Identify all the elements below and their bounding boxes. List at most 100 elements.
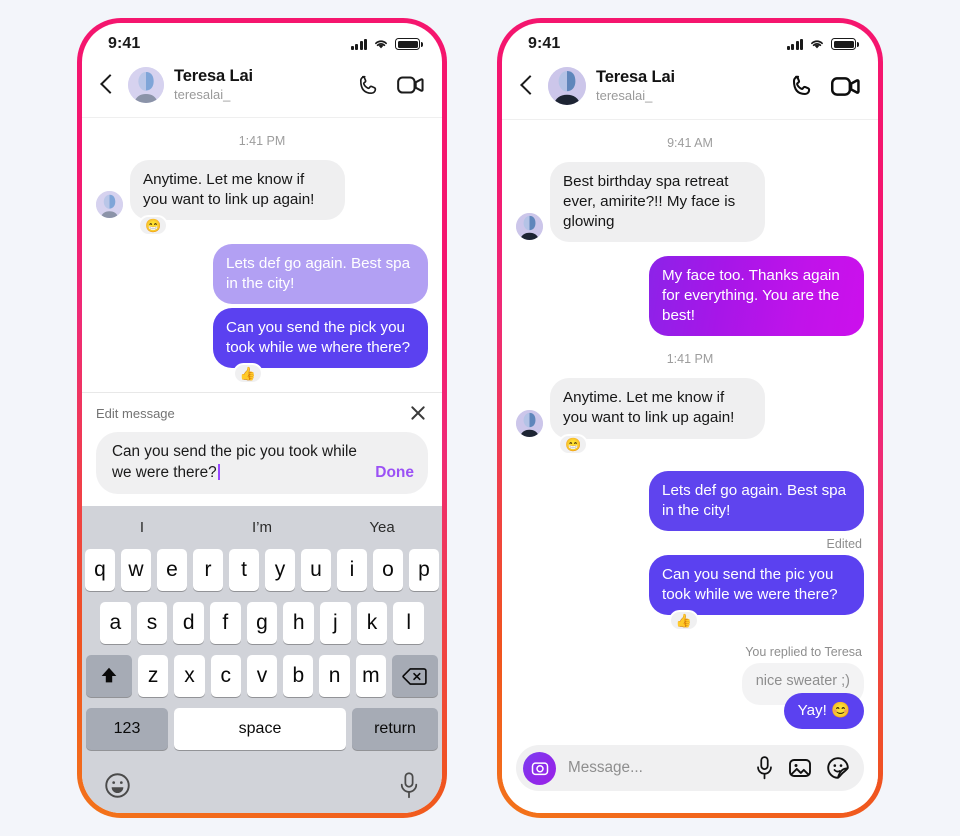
message-bubble[interactable]: Anytime. Let me know if you want to link…	[130, 160, 345, 221]
emoji-smiley-icon[interactable]	[104, 772, 131, 799]
message-row: Anytime. Let me know if you want to link…	[516, 378, 864, 439]
message-bubble[interactable]: Best birthday spa retreat ever, amirite?…	[550, 162, 765, 243]
message-bubble[interactable]: Yay! 😊	[783, 692, 864, 729]
numeric-key[interactable]: 123	[86, 708, 168, 750]
suggestion-0[interactable]: I	[82, 519, 202, 536]
status-time: 9:41	[108, 35, 141, 52]
cellular-bars-icon	[786, 38, 803, 50]
phone-right-screen: 9:41 Teresa Lai teresalai_ 9:41 AM Best …	[502, 23, 878, 813]
avatar	[516, 213, 543, 241]
reaction-row: 😁	[516, 433, 864, 455]
key-r[interactable]: r	[193, 549, 223, 591]
message-row: Can you send the pick you took while we …	[96, 308, 428, 369]
space-key[interactable]: space	[174, 708, 346, 750]
image-gallery-icon[interactable]	[788, 756, 812, 780]
conversation-header-left: Teresa Lai teresalai_	[82, 59, 442, 118]
key-v[interactable]: v	[246, 655, 278, 697]
phone-call-icon[interactable]	[789, 73, 815, 99]
backspace-icon[interactable]	[391, 655, 438, 697]
reaction-row: 👍	[516, 609, 864, 631]
message-bubble[interactable]: My face too. Thanks again for everything…	[649, 256, 864, 337]
key-x[interactable]: x	[174, 655, 205, 697]
message-row: Can you send the pic you took while we w…	[516, 554, 864, 615]
microphone-icon[interactable]	[755, 756, 774, 780]
message-thread-left: 1:41 PM Anytime. Let me know if you want…	[82, 118, 442, 392]
key-e[interactable]: e	[157, 549, 187, 591]
close-icon[interactable]	[408, 403, 428, 423]
key-s[interactable]: s	[136, 602, 168, 644]
status-icons	[350, 38, 423, 50]
key-k[interactable]: k	[356, 602, 388, 644]
contact-name: Teresa Lai	[596, 68, 675, 87]
key-n[interactable]: n	[319, 655, 350, 697]
camera-icon[interactable]	[523, 751, 556, 785]
suggestion-1[interactable]: I’m	[202, 519, 322, 536]
key-p[interactable]: p	[409, 549, 439, 591]
key-y[interactable]: y	[265, 549, 295, 591]
message-reaction[interactable]: 👍	[232, 363, 263, 385]
message-composer: Message...	[502, 735, 878, 813]
edit-message-field[interactable]: Can you send the pic you took while we w…	[96, 432, 428, 494]
key-a[interactable]: a	[99, 602, 131, 644]
edit-message-panel: Edit message Can you send the pic you to…	[82, 392, 442, 506]
keyboard-footer	[82, 761, 442, 807]
avatar[interactable]	[128, 67, 164, 103]
reaction-row: 👍	[96, 363, 428, 385]
message-row: Lets def go again. Best spa in the city!	[96, 244, 428, 305]
back-chevron-icon[interactable]	[96, 70, 118, 100]
key-i[interactable]: i	[337, 549, 367, 591]
key-l[interactable]: l	[393, 602, 425, 644]
message-reaction[interactable]: 😁	[138, 215, 169, 237]
contact-handle: teresalai_	[174, 87, 231, 103]
message-reaction[interactable]: 👍	[668, 609, 699, 631]
app-root: 9:41 Teresa Lai teresalai_ 1:41 PM Anyti…	[0, 0, 960, 836]
back-chevron-icon[interactable]	[516, 71, 538, 101]
reaction-row: 😁	[96, 215, 428, 237]
message-bubble[interactable]: Can you send the pick you took while we …	[213, 308, 428, 369]
return-key[interactable]: return	[352, 708, 438, 750]
phone-call-icon[interactable]	[356, 73, 381, 98]
key-g[interactable]: g	[246, 602, 278, 644]
message-bubble[interactable]: Anytime. Let me know if you want to link…	[550, 378, 765, 439]
edit-panel-title: Edit message	[96, 405, 175, 421]
message-thread-right: 9:41 AM Best birthday spa retreat ever, …	[502, 120, 878, 735]
key-w[interactable]: w	[121, 549, 151, 591]
message-bubble[interactable]: Lets def go again. Best spa in the city!	[649, 470, 864, 531]
key-q[interactable]: q	[85, 549, 115, 591]
avatar[interactable]	[548, 67, 586, 105]
contact-handle: teresalai_	[596, 88, 653, 104]
key-f[interactable]: f	[210, 602, 241, 644]
cellular-bars-icon	[350, 38, 367, 50]
status-bar-left: 9:41	[82, 23, 442, 59]
suggestion-2[interactable]: Yea	[322, 519, 442, 536]
edited-label: Edited	[826, 536, 862, 551]
key-o[interactable]: o	[373, 549, 403, 591]
done-button[interactable]: Done	[375, 464, 414, 483]
video-camera-icon[interactable]	[831, 75, 860, 98]
edit-message-input[interactable]: Can you send the pic you took while we w…	[112, 442, 367, 483]
message-reaction[interactable]: 😁	[558, 433, 589, 455]
message-bubble[interactable]: Lets def go again. Best spa in the city!	[213, 244, 428, 305]
message-bubble[interactable]: Can you send the pic you took while we w…	[649, 554, 864, 615]
key-b[interactable]: b	[283, 655, 314, 697]
video-camera-icon[interactable]	[397, 74, 424, 96]
microphone-icon[interactable]	[398, 771, 420, 799]
thread-timestamp-1: 9:41 AM	[667, 136, 713, 150]
key-m[interactable]: m	[355, 655, 386, 697]
key-t[interactable]: t	[229, 549, 259, 591]
key-h[interactable]: h	[283, 602, 315, 644]
phone-left: 9:41 Teresa Lai teresalai_ 1:41 PM Anyti…	[77, 18, 447, 818]
key-z[interactable]: z	[138, 655, 169, 697]
suggestion-bar: I I’m Yea	[82, 506, 442, 549]
key-d[interactable]: d	[173, 602, 204, 644]
key-c[interactable]: c	[210, 655, 241, 697]
composer-field[interactable]: Message...	[516, 745, 864, 791]
message-input-placeholder[interactable]: Message...	[568, 759, 743, 777]
reply-context-label: You replied to Teresa	[745, 644, 862, 659]
thread-timestamp: 1:41 PM	[238, 134, 286, 148]
shift-arrow-icon[interactable]	[86, 655, 133, 697]
key-j[interactable]: j	[320, 602, 351, 644]
key-u[interactable]: u	[301, 549, 331, 591]
battery-full-icon	[395, 38, 423, 50]
sticker-icon[interactable]	[826, 756, 850, 780]
